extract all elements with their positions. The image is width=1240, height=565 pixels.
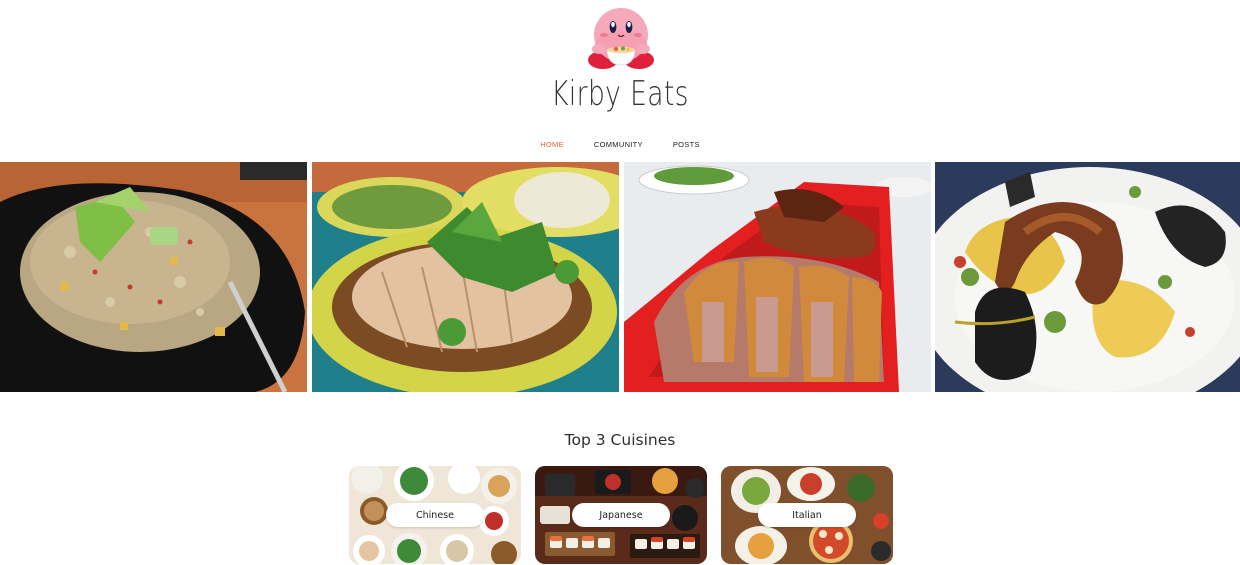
gallery-photo-fried-rice[interactable] (0, 162, 307, 392)
cuisine-label-chinese: Chinese (386, 503, 484, 527)
cuisines-section-title: Top 3 Cuisines (564, 431, 676, 449)
gallery-photo-roast-duck[interactable] (624, 162, 931, 392)
gallery-photo-grilled-octopus[interactable] (935, 162, 1240, 392)
photo-gallery (0, 162, 1240, 392)
main-nav: HOME COMMUNITY POSTS (0, 140, 1240, 149)
cuisine-label-japanese: Japanese (572, 503, 670, 527)
cuisine-label-italian: Italian (758, 503, 856, 527)
nav-home-link[interactable]: HOME (540, 140, 564, 149)
cuisine-card-chinese[interactable]: Chinese (349, 466, 521, 564)
nav-posts-link[interactable]: POSTS (673, 140, 700, 149)
site-title[interactable]: Kirby Eats (136, 74, 1103, 114)
cuisine-card-japanese[interactable]: Japanese (535, 466, 707, 564)
cuisine-cards: Chinese Japanese Italian (349, 466, 893, 564)
cuisine-card-italian[interactable]: Italian (721, 466, 893, 564)
nav-community-link[interactable]: COMMUNITY (594, 140, 643, 149)
kirby-eating-icon[interactable] (583, 5, 659, 71)
gallery-photo-chicken-rice[interactable] (312, 162, 619, 392)
